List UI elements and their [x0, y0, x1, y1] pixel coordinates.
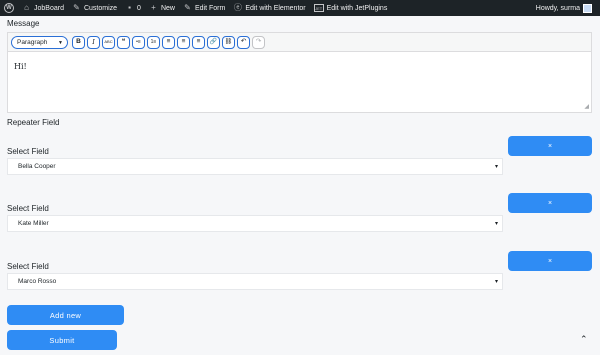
- select-field-label: Select Field: [7, 147, 49, 156]
- remove-row-button[interactable]: ×: [508, 193, 592, 213]
- select-field-2[interactable]: Kate Miller ▾: [7, 215, 503, 232]
- chevron-down-icon: ▾: [494, 164, 498, 170]
- elementor-icon: ⓔ: [233, 3, 242, 12]
- bold-button[interactable]: B: [72, 35, 85, 49]
- plus-icon: +: [151, 3, 156, 12]
- chevron-down-icon: ▾: [494, 221, 498, 227]
- numbered-list-button[interactable]: 1≡: [147, 35, 160, 49]
- site-name-link[interactable]: ⌂ JobBoard: [18, 0, 68, 16]
- wordpress-logo-icon: W: [4, 3, 14, 13]
- customize-label: Customize: [83, 4, 118, 12]
- edit-jetplugins-label: Edit with JetPlugins: [326, 4, 388, 12]
- editor-toolbar: Paragraph ▼ B I ABC ❝ •≡ 1≡ ≡ ≡ ≡ 🔗 ⛓ ↶ …: [8, 33, 591, 52]
- caret-down-icon: ▼: [58, 39, 63, 46]
- remove-row-button[interactable]: ×: [508, 136, 592, 156]
- strikethrough-button[interactable]: ABC: [102, 35, 115, 49]
- edit-elementor-link[interactable]: ⓔ Edit with Elementor: [229, 0, 309, 16]
- select-field-1[interactable]: Bella Cooper ▾: [7, 158, 503, 175]
- avatar: [583, 3, 592, 13]
- link-button[interactable]: 🔗: [207, 35, 220, 49]
- new-content-link[interactable]: + New: [145, 0, 179, 16]
- format-value: Paragraph: [17, 38, 48, 46]
- account-menu[interactable]: Howdy, surma: [536, 0, 592, 16]
- select-value: Bella Cooper: [18, 163, 56, 170]
- align-right-button[interactable]: ≡: [192, 35, 205, 49]
- comments-link[interactable]: ▪ 0: [121, 0, 145, 16]
- edit-elementor-label: Edit with Elementor: [245, 4, 306, 12]
- add-new-button[interactable]: Add new: [7, 305, 124, 325]
- bullet-list-button[interactable]: •≡: [132, 35, 145, 49]
- select-value: Marco Rosso: [18, 278, 57, 285]
- customize-link[interactable]: ✎ Customize: [68, 0, 121, 16]
- new-label: New: [160, 4, 175, 12]
- format-select[interactable]: Paragraph ▼: [11, 35, 68, 49]
- submit-button[interactable]: Submit: [7, 330, 117, 350]
- wordpress-menu[interactable]: W: [0, 0, 18, 16]
- greeting: Howdy, surma: [535, 4, 580, 12]
- remove-row-button[interactable]: ×: [508, 251, 592, 271]
- comments-count: 0: [137, 4, 141, 12]
- comment-icon: ▪: [128, 3, 131, 12]
- site-name: JobBoard: [34, 4, 64, 12]
- jet-icon: JET: [313, 4, 324, 12]
- message-label: Message: [7, 19, 40, 28]
- message-content[interactable]: Hi!: [8, 52, 591, 81]
- admin-bar: W ⌂ JobBoard ✎ Customize ▪ 0 + New ✎ Edi…: [0, 0, 600, 16]
- message-editor: Paragraph ▼ B I ABC ❝ •≡ 1≡ ≡ ≡ ≡ 🔗 ⛓ ↶ …: [7, 32, 592, 113]
- pencil-icon: ✎: [184, 3, 191, 12]
- scroll-to-top-icon[interactable]: ⌃: [580, 334, 588, 345]
- align-center-button[interactable]: ≡: [177, 35, 190, 49]
- chevron-down-icon: ▾: [494, 279, 498, 285]
- select-value: Kate Miller: [18, 220, 49, 227]
- repeater-label: Repeater Field: [7, 118, 60, 127]
- select-field-3[interactable]: Marco Rosso ▾: [7, 273, 503, 290]
- redo-button[interactable]: ↷: [252, 35, 265, 49]
- italic-button[interactable]: I: [87, 35, 100, 49]
- dashboard-icon: ⌂: [24, 3, 29, 12]
- brush-icon: ✎: [73, 3, 80, 12]
- edit-form-link[interactable]: ✎ Edit Form: [179, 0, 229, 16]
- edit-jetplugins-link[interactable]: JET Edit with JetPlugins: [310, 0, 392, 16]
- resize-handle-icon[interactable]: ◢: [584, 103, 589, 110]
- align-left-button[interactable]: ≡: [162, 35, 175, 49]
- unlink-button[interactable]: ⛓: [222, 35, 235, 49]
- select-field-label: Select Field: [7, 204, 49, 213]
- undo-button[interactable]: ↶: [237, 35, 250, 49]
- blockquote-button[interactable]: ❝: [117, 35, 130, 49]
- edit-form-label: Edit Form: [194, 4, 226, 12]
- select-field-label: Select Field: [7, 262, 49, 271]
